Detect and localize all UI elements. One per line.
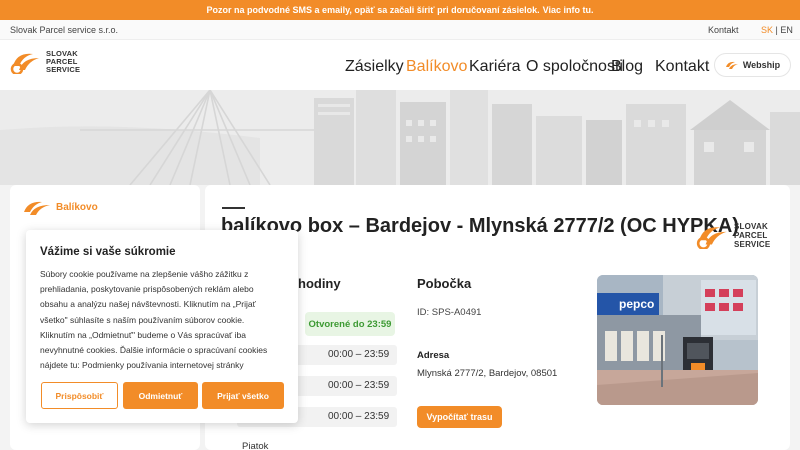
nav-item-blog[interactable]: Blog	[611, 58, 643, 76]
webship-label: Webship	[742, 60, 781, 70]
utility-contact-link[interactable]: Kontakt	[708, 25, 739, 35]
nav-item-o-spolocnosti[interactable]: O spoločnosti	[526, 58, 623, 76]
alert-bar: Pozor na podvodné SMS a emaily, opäť sa …	[0, 0, 800, 20]
nav-item-balikovo[interactable]: Balíkovo	[406, 58, 467, 76]
sps-logo-icon-card	[696, 226, 727, 249]
branch-heading: Pobočka	[417, 276, 472, 291]
nav-item-kariera[interactable]: Kariéra	[469, 58, 521, 76]
sidebar-title[interactable]: Balíkovo	[56, 202, 98, 213]
hours-row-time: 00:00 – 23:59	[328, 349, 390, 360]
company-name: Slovak Parcel service s.r.o.	[10, 24, 119, 35]
cookie-reject-button[interactable]: Odmietnuť	[123, 382, 198, 409]
opening-hours-heading: hodiny	[298, 276, 341, 291]
logo-wordmark: SLOVAK PARCEL SERVICE	[46, 50, 80, 74]
title-accent-line	[222, 207, 245, 209]
cookie-text-line: Súbory cookie používame na zlepšenie váš…	[40, 269, 249, 279]
cookie-consent-dialog: Vážime si vaše súkromie Súbory cookie po…	[26, 230, 298, 423]
cookie-text-line: nájdete tu: Podmienky používania interne…	[40, 360, 244, 371]
open-status-badge: Otvorené do 23:59	[305, 312, 395, 336]
pepco-sign-text: pepco	[619, 297, 654, 311]
page-title: balíkovo box – Bardejov - Mlynská 2777/2…	[221, 215, 739, 237]
cookie-accept-all-button[interactable]: Prijať všetko	[202, 382, 284, 409]
hours-row-day: Piatok	[242, 441, 269, 450]
language-switcher: SK | EN	[761, 25, 793, 35]
hours-row-time: 00:00 – 23:59	[328, 411, 390, 422]
parcel-box-photo: pepco	[597, 275, 758, 405]
alert-text: Pozor na podvodné SMS a emaily, opäť sa …	[206, 5, 540, 15]
site-logo[interactable]: SLOVAK PARCEL SERVICE	[9, 50, 80, 74]
card-logo-line-1: SLOVAK	[734, 222, 768, 231]
sps-logo-icon	[10, 53, 39, 74]
branch-photo: pepco	[597, 275, 758, 405]
calculate-route-button[interactable]: Vypočítať trasu	[417, 406, 502, 428]
logo-line-3: SERVICE	[46, 65, 81, 74]
nav-item-kontakt[interactable]: Kontakt	[655, 58, 709, 76]
branch-id: ID: SPS-A0491	[417, 307, 482, 318]
cookie-text-line: všetko" súhlasíte s naším používaním súb…	[40, 314, 245, 325]
address-label: Adresa	[417, 350, 450, 361]
cookie-text-line: obsahu a analýzu našej návštevnosti. Kli…	[40, 299, 256, 310]
webship-logo-icon	[725, 61, 738, 69]
utility-bar: Slovak Parcel service s.r.o. Kontakt SK …	[0, 20, 800, 40]
hours-row-time: 00:00 – 23:59	[328, 380, 390, 391]
cookie-text-line: Kliknutím na „Odmietnuť" budeme o Vás sp…	[40, 329, 246, 340]
cookie-text-line: prehliadania, poskytovanie prispôsobenýc…	[40, 284, 254, 295]
cookie-body: Súbory cookie používame na zlepšenie váš…	[40, 267, 292, 373]
card-logo-line-3: SERVICE	[734, 240, 771, 249]
city-skyline-illustration	[0, 90, 800, 185]
cookie-text-line: nevyhnutné cookies. Ďalšie informácie o …	[40, 345, 268, 356]
lang-sk-link[interactable]: SK	[761, 25, 773, 35]
nav-item-zasielky[interactable]: Zásielky	[345, 58, 404, 76]
cookie-title: Vážime si vaše súkromie	[40, 246, 176, 258]
address-value: Mlynská 2777/2, Bardejov, 08501	[417, 368, 558, 379]
card-logo-wordmark: SLOVAK PARCEL SERVICE	[734, 222, 770, 249]
webship-button[interactable]: Webship	[714, 53, 791, 77]
alert-more-link[interactable]: Viac info tu.	[543, 5, 594, 15]
cookie-customize-button[interactable]: Prispôsobiť	[41, 382, 118, 409]
lang-en-link[interactable]: EN	[780, 25, 793, 35]
hero-illustration	[0, 90, 800, 185]
card-logo: SLOVAK PARCEL SERVICE	[695, 222, 770, 249]
card-logo-line-2: PARCEL	[734, 231, 768, 240]
balikovo-logo-icon	[24, 201, 50, 215]
